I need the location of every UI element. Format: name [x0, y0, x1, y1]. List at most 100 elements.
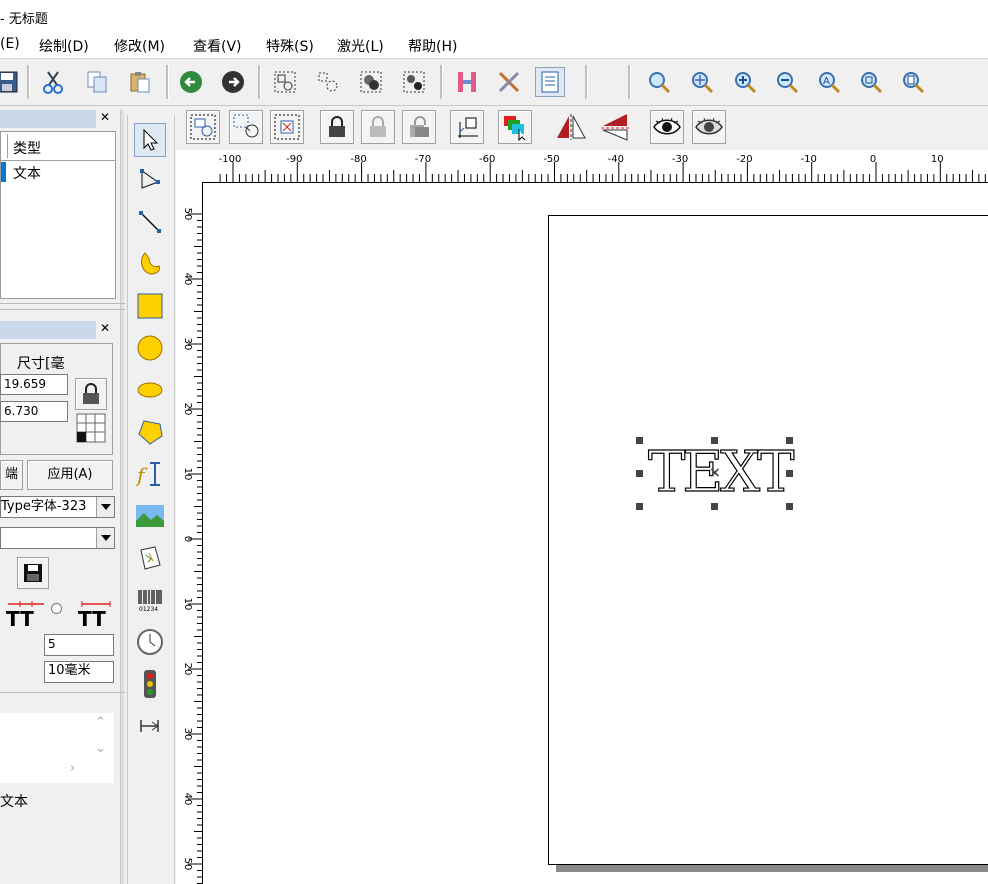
group-icon[interactable]	[270, 67, 300, 97]
line-tool-icon[interactable]	[134, 205, 166, 239]
break-icon[interactable]	[399, 67, 429, 97]
save-font-button[interactable]	[17, 557, 49, 589]
save-icon[interactable]	[0, 67, 22, 97]
zoom-page-icon[interactable]	[898, 67, 928, 97]
work-page[interactable]	[548, 215, 988, 865]
resize-handle[interactable]	[786, 437, 793, 444]
chevron-down-icon[interactable]	[96, 497, 114, 517]
undo-icon[interactable]	[176, 67, 206, 97]
properties-close-icon[interactable]: ✕	[100, 321, 110, 335]
ruler-label: 50	[182, 208, 193, 221]
node-edit-tool-icon[interactable]	[134, 163, 166, 197]
redo-icon[interactable]	[218, 67, 248, 97]
bitmap-tool-icon[interactable]	[134, 499, 166, 533]
menu-laser[interactable]: 激光(L)	[337, 36, 384, 56]
text-object-selection[interactable]: TEXT ×	[636, 437, 795, 510]
panel-splitter[interactable]	[120, 110, 124, 884]
width-field[interactable]: 19.659	[0, 374, 68, 395]
align-group-icon[interactable]	[186, 110, 220, 144]
zoom-all-icon[interactable]: A	[814, 67, 844, 97]
object-list-header: 类型	[1, 134, 115, 161]
unlock-icon[interactable]	[361, 110, 395, 144]
zoom-icon[interactable]	[644, 67, 674, 97]
ungroup-icon[interactable]	[313, 67, 343, 97]
barcode-tool-icon[interactable]: 01234	[134, 583, 166, 617]
lock-icon[interactable]	[320, 110, 354, 144]
preview-icon[interactable]	[650, 110, 684, 144]
line-spacing-icon[interactable]: TT	[76, 600, 116, 631]
object-list-close-icon[interactable]: ✕	[100, 110, 110, 124]
combine-icon[interactable]	[356, 67, 386, 97]
main-toolbar: A	[0, 58, 988, 106]
delete-selection-icon[interactable]	[270, 110, 304, 144]
menu-modify[interactable]: 修改(M)	[114, 36, 165, 56]
copy-icon[interactable]	[82, 67, 112, 97]
menu-draw[interactable]: 绘制(D)	[39, 36, 89, 56]
ruler-label: -40	[608, 154, 624, 165]
menu-edit[interactable]: (E)	[0, 36, 20, 52]
pen-order-icon[interactable]	[498, 110, 532, 144]
line-height-field[interactable]: 10毫米	[44, 661, 114, 683]
ruler-label: -10	[801, 154, 817, 165]
zoom-select-icon[interactable]	[856, 67, 886, 97]
scroll-right-icon[interactable]: ›	[70, 761, 75, 776]
zoom-pan-icon[interactable]	[687, 67, 717, 97]
menu-help[interactable]: 帮助(H)	[408, 36, 457, 56]
resize-handle[interactable]	[636, 437, 643, 444]
ruler-label: 20	[182, 403, 193, 416]
vector-file-tool-icon[interactable]	[134, 541, 166, 575]
spacing-mode-radio[interactable]	[51, 603, 62, 614]
paste-icon[interactable]	[125, 67, 155, 97]
transform-icon[interactable]	[229, 110, 263, 144]
type-column-header[interactable]: 类型	[13, 138, 41, 158]
font-select[interactable]: Type字体-323	[0, 496, 115, 518]
menu-view[interactable]: 查看(V)	[193, 36, 242, 56]
port-button[interactable]: 端口	[0, 460, 23, 510]
rectangle-tool-icon[interactable]	[134, 289, 166, 323]
char-spacing-icon[interactable]: TT	[6, 600, 46, 631]
circle-tool-icon[interactable]	[134, 331, 166, 365]
polygon-tool-icon[interactable]	[134, 415, 166, 449]
second-select[interactable]	[0, 527, 115, 549]
unlock-all-icon[interactable]	[402, 110, 436, 144]
scroll-up-icon[interactable]: ⌃	[95, 715, 106, 730]
char-spacing-field[interactable]: 5	[44, 634, 114, 656]
base-point-icon[interactable]	[450, 110, 484, 144]
hatch-icon[interactable]	[452, 67, 482, 97]
resize-handle[interactable]	[636, 503, 643, 510]
delay-timer-icon[interactable]	[134, 625, 166, 659]
cut-icon[interactable]	[38, 67, 68, 97]
resize-handle[interactable]	[786, 470, 793, 477]
grid-position-icon[interactable]	[76, 413, 106, 443]
lock-ratio-button[interactable]	[75, 378, 107, 410]
param-list-icon[interactable]	[535, 67, 565, 97]
ellipse-tool-icon[interactable]	[134, 373, 166, 407]
apply-button[interactable]: 应用(A)	[27, 460, 113, 490]
mirror-horizontal-icon[interactable]	[554, 110, 588, 144]
text-tool-icon[interactable]: f	[134, 457, 166, 491]
ruler-label: -80	[350, 154, 366, 165]
curve-tool-icon[interactable]	[134, 247, 166, 281]
height-field[interactable]: 6.730	[0, 401, 68, 422]
resize-handle[interactable]	[786, 503, 793, 510]
ruler-label: 10	[182, 468, 193, 481]
resize-handle[interactable]	[711, 437, 718, 444]
menu-special[interactable]: 特殊(S)	[266, 36, 314, 56]
size-header: 尺寸[毫	[17, 356, 65, 372]
motion-axis-tool-icon[interactable]	[134, 709, 166, 743]
resize-handle[interactable]	[711, 503, 718, 510]
tools-icon[interactable]	[494, 67, 524, 97]
zoom-out-icon[interactable]	[772, 67, 802, 97]
scroll-down-icon[interactable]: ⌄	[95, 741, 106, 756]
select-tool-icon[interactable]	[134, 123, 166, 157]
resize-handle[interactable]	[636, 470, 643, 477]
list-item[interactable]: 文本	[1, 162, 115, 182]
mirror-vertical-icon[interactable]	[598, 110, 632, 144]
text-content-area[interactable]: ⌃ ⌄ ›	[0, 713, 114, 783]
chevron-down-icon[interactable]	[96, 528, 114, 548]
zoom-in-icon[interactable]	[730, 67, 760, 97]
io-signal-tool-icon[interactable]	[134, 667, 166, 701]
object-type-label: 文本	[0, 794, 28, 810]
save-icon	[24, 564, 42, 582]
hide-icon[interactable]	[692, 110, 726, 144]
